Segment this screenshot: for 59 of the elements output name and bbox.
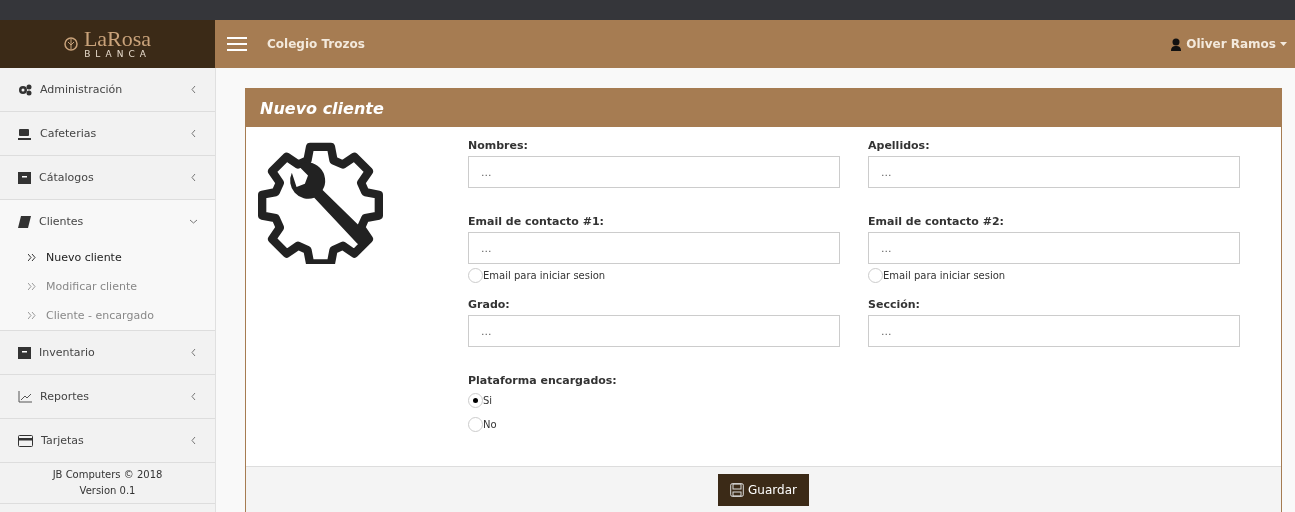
brand-subtitle: BLANCA (83, 49, 152, 59)
submenu-item[interactable]: Cliente - encargado (0, 301, 215, 330)
archive-icon (18, 346, 31, 359)
chevron-left-icon[interactable] (190, 174, 197, 181)
sidebar-item[interactable]: Reportes (0, 375, 215, 418)
chevron-left-icon[interactable] (190, 130, 197, 137)
save-button[interactable]: Guardar (718, 474, 809, 506)
radio-icon[interactable] (868, 267, 883, 283)
login-email-option[interactable]: Email para iniciar sesion (468, 266, 840, 284)
chevron-left-icon[interactable] (190, 349, 197, 356)
book-icon (18, 215, 31, 228)
login-email-option[interactable]: Email para iniciar sesion (868, 266, 1240, 284)
radio-icon[interactable] (468, 416, 483, 432)
sidebar-item[interactable]: Inventario (0, 331, 215, 374)
submenu-item[interactable]: Modificar cliente (0, 272, 215, 301)
footer-text: JB Computers © 2018 (51, 468, 164, 482)
field-label: Nombres: (468, 139, 529, 152)
radio-icon[interactable] (468, 267, 483, 283)
line-chart-icon (18, 390, 32, 403)
radio-option[interactable]: Si (468, 391, 1281, 409)
chevron-left-icon[interactable] (190, 393, 197, 400)
rose-logo-icon (63, 36, 78, 52)
field-label: Grado: (468, 298, 511, 311)
brand-name: LaRosa (83, 29, 152, 49)
input-field[interactable]: ... (868, 232, 1240, 264)
sidebar-item[interactable]: Administración (0, 68, 215, 111)
input-field[interactable]: ... (468, 156, 840, 188)
field-label: Plataforma encargados: (468, 374, 618, 387)
chevron-down-icon[interactable] (190, 218, 197, 225)
form-title: Nuevo cliente (260, 98, 384, 118)
caret-icon[interactable] (1280, 42, 1287, 46)
field-label: Apellidos: (868, 139, 931, 152)
header-title: Colegio Trozos (267, 37, 366, 51)
double-chevron-icon (28, 254, 36, 261)
sidebar-item[interactable]: Cafeterias (0, 112, 215, 155)
credit-card-icon (18, 434, 33, 447)
field-label: Sección: (868, 298, 921, 311)
submenu-item[interactable]: Nuevo cliente (0, 243, 215, 272)
gears-icon (18, 83, 32, 96)
sidebar-item[interactable]: Clientes (0, 200, 215, 243)
user-icon[interactable] (1170, 37, 1183, 51)
chevron-left-icon[interactable] (190, 86, 197, 93)
double-chevron-icon (28, 312, 36, 319)
input-field[interactable]: ... (468, 232, 840, 264)
double-chevron-icon (28, 283, 36, 290)
radio-icon[interactable] (468, 392, 483, 408)
chevron-left-icon[interactable] (190, 437, 197, 444)
footer-text: Version 0.1 (78, 484, 137, 498)
field-label: Email de contacto #2: (868, 215, 1005, 228)
sidebar-item[interactable]: Cátalogos (0, 156, 215, 199)
input-field[interactable]: ... (468, 315, 840, 347)
archive-icon (18, 171, 31, 184)
field-label: Email de contacto #1: (468, 215, 605, 228)
menu-button[interactable] (227, 37, 247, 51)
input-field[interactable]: ... (868, 315, 1240, 347)
input-field[interactable]: ... (868, 156, 1240, 188)
radio-option[interactable]: No (468, 415, 1281, 433)
cup-icon (18, 127, 32, 140)
sidebar-item[interactable]: Tarjetas (0, 419, 215, 462)
